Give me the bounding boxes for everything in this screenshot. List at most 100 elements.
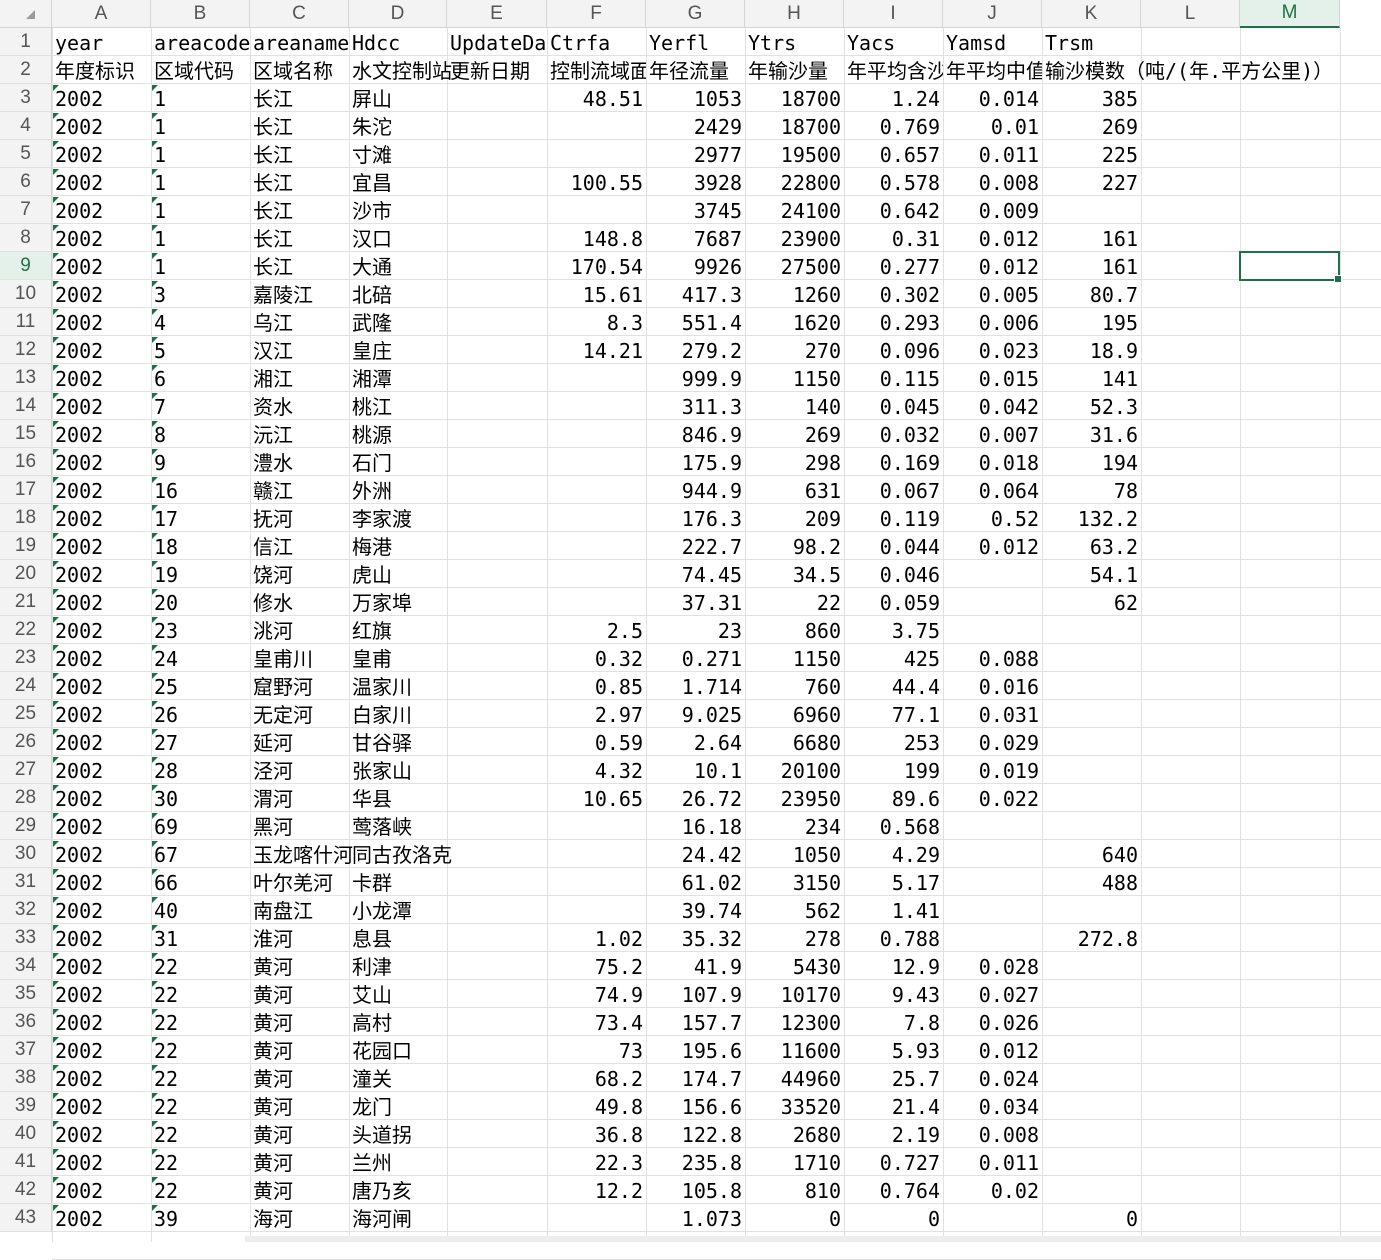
cell-b15[interactable]: 8 (151, 420, 250, 448)
cell-i28[interactable]: 89.6 (844, 784, 943, 812)
cell-h23[interactable]: 1150 (745, 644, 844, 672)
cell-b1[interactable]: areacode (151, 28, 250, 56)
cell-h24[interactable]: 760 (745, 672, 844, 700)
cell-c8[interactable]: 长江 (250, 224, 349, 252)
cell-g14[interactable]: 311.3 (646, 392, 745, 420)
cell-g31[interactable]: 61.02 (646, 868, 745, 896)
cell-b35[interactable]: 22 (151, 980, 250, 1008)
row-header-18[interactable]: 18 (0, 504, 52, 532)
cell-i24[interactable]: 44.4 (844, 672, 943, 700)
row-header-30[interactable]: 30 (0, 840, 52, 868)
cell-d30[interactable]: 同古孜洛克 (349, 840, 452, 868)
row-header-13[interactable]: 13 (0, 364, 52, 392)
cell-j7[interactable]: 0.009 (943, 196, 1042, 224)
cell-f2[interactable]: 控制流域面积 (547, 56, 646, 84)
cell-d19[interactable]: 梅港 (349, 532, 447, 560)
cell-d15[interactable]: 桃源 (349, 420, 447, 448)
cell-h15[interactable]: 269 (745, 420, 844, 448)
cell-d34[interactable]: 利津 (349, 952, 447, 980)
cell-f22[interactable]: 2.5 (547, 616, 646, 644)
cell-c16[interactable]: 澧水 (250, 448, 349, 476)
cell-g13[interactable]: 999.9 (646, 364, 745, 392)
cell-i15[interactable]: 0.032 (844, 420, 943, 448)
cell-j4[interactable]: 0.01 (943, 112, 1042, 140)
row-header-5[interactable]: 5 (0, 140, 52, 168)
cell-i27[interactable]: 199 (844, 756, 943, 784)
row-header-3[interactable]: 3 (0, 84, 52, 112)
cell-a28[interactable]: 2002 (52, 784, 151, 812)
cell-h3[interactable]: 18700 (745, 84, 844, 112)
cell-i6[interactable]: 0.578 (844, 168, 943, 196)
cell-a23[interactable]: 2002 (52, 644, 151, 672)
cell-i9[interactable]: 0.277 (844, 252, 943, 280)
cell-g12[interactable]: 279.2 (646, 336, 745, 364)
cell-i8[interactable]: 0.31 (844, 224, 943, 252)
row-header-19[interactable]: 19 (0, 532, 52, 560)
cell-g28[interactable]: 26.72 (646, 784, 745, 812)
row-header-12[interactable]: 12 (0, 336, 52, 364)
cell-h32[interactable]: 562 (745, 896, 844, 924)
cell-i16[interactable]: 0.169 (844, 448, 943, 476)
cell-a21[interactable]: 2002 (52, 588, 151, 616)
cell-k33[interactable]: 272.8 (1042, 924, 1141, 952)
cell-j28[interactable]: 0.022 (943, 784, 1042, 812)
row-header-17[interactable]: 17 (0, 476, 52, 504)
cell-k30[interactable]: 640 (1042, 840, 1141, 868)
cell-c40[interactable]: 黄河 (250, 1120, 349, 1148)
cell-f35[interactable]: 74.9 (547, 980, 646, 1008)
cell-g7[interactable]: 3745 (646, 196, 745, 224)
cell-a35[interactable]: 2002 (52, 980, 151, 1008)
cell-g36[interactable]: 157.7 (646, 1008, 745, 1036)
cell-h22[interactable]: 860 (745, 616, 844, 644)
cell-b12[interactable]: 5 (151, 336, 250, 364)
row-header-14[interactable]: 14 (0, 392, 52, 420)
cell-g34[interactable]: 41.9 (646, 952, 745, 980)
cell-f11[interactable]: 8.3 (547, 308, 646, 336)
cell-i3[interactable]: 1.24 (844, 84, 943, 112)
row-header-20[interactable]: 20 (0, 560, 52, 588)
cell-k19[interactable]: 63.2 (1042, 532, 1141, 560)
cell-i12[interactable]: 0.096 (844, 336, 943, 364)
cell-c38[interactable]: 黄河 (250, 1064, 349, 1092)
row-header-1[interactable]: 1 (0, 28, 52, 56)
cell-d37[interactable]: 花园口 (349, 1036, 447, 1064)
row-header-33[interactable]: 33 (0, 924, 52, 952)
cell-c17[interactable]: 赣江 (250, 476, 349, 504)
cell-b38[interactable]: 22 (151, 1064, 250, 1092)
cell-c35[interactable]: 黄河 (250, 980, 349, 1008)
row-header-27[interactable]: 27 (0, 756, 52, 784)
column-header-h[interactable]: H (745, 0, 844, 28)
row-header-25[interactable]: 25 (0, 700, 52, 728)
cell-k1[interactable]: Trsm (1042, 28, 1141, 56)
cell-j24[interactable]: 0.016 (943, 672, 1042, 700)
cell-a34[interactable]: 2002 (52, 952, 151, 980)
cell-d9[interactable]: 大通 (349, 252, 447, 280)
cell-a7[interactable]: 2002 (52, 196, 151, 224)
cell-i40[interactable]: 2.19 (844, 1120, 943, 1148)
cell-f39[interactable]: 49.8 (547, 1092, 646, 1120)
cell-c41[interactable]: 黄河 (250, 1148, 349, 1176)
cell-g26[interactable]: 2.64 (646, 728, 745, 756)
cell-f27[interactable]: 4.32 (547, 756, 646, 784)
cell-d11[interactable]: 武隆 (349, 308, 447, 336)
cell-a9[interactable]: 2002 (52, 252, 151, 280)
cell-g18[interactable]: 176.3 (646, 504, 745, 532)
row-header-26[interactable]: 26 (0, 728, 52, 756)
cell-f9[interactable]: 170.54 (547, 252, 646, 280)
cell-h39[interactable]: 33520 (745, 1092, 844, 1120)
cell-k21[interactable]: 62 (1042, 588, 1141, 616)
cell-g19[interactable]: 222.7 (646, 532, 745, 560)
row-header-15[interactable]: 15 (0, 420, 52, 448)
column-header-j[interactable]: J (943, 0, 1042, 28)
cell-d21[interactable]: 万家埠 (349, 588, 447, 616)
cell-d6[interactable]: 宜昌 (349, 168, 447, 196)
cell-h25[interactable]: 6960 (745, 700, 844, 728)
row-header-32[interactable]: 32 (0, 896, 52, 924)
cell-j40[interactable]: 0.008 (943, 1120, 1042, 1148)
cell-j18[interactable]: 0.52 (943, 504, 1042, 532)
cell-a16[interactable]: 2002 (52, 448, 151, 476)
cell-j11[interactable]: 0.006 (943, 308, 1042, 336)
cell-g10[interactable]: 417.3 (646, 280, 745, 308)
row-header-22[interactable]: 22 (0, 616, 52, 644)
cell-d43[interactable]: 海河闸 (349, 1204, 447, 1232)
